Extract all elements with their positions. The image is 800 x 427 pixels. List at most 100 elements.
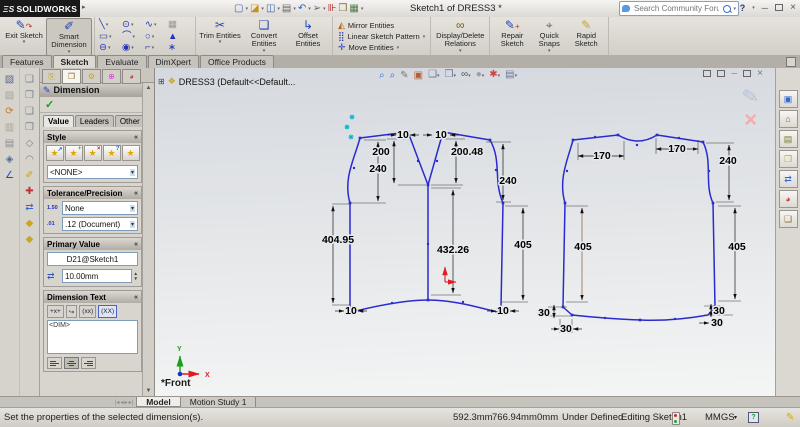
add-style-button[interactable]: ★ +	[64, 145, 83, 161]
right-view-icon[interactable]: ❒	[25, 122, 34, 133]
dimension-lines[interactable]	[331, 133, 737, 331]
offset-entities-button[interactable]: ↳ Offset Entities	[286, 18, 330, 49]
sketch-canvas[interactable]: .o{fill:none;stroke:#2a2ad0;stroke-width…	[155, 68, 775, 396]
tab-evaluate[interactable]: Evaluate	[97, 55, 147, 68]
tag-icon[interactable]: ✎	[786, 412, 794, 423]
configuration-tab-icon[interactable]: ⚙	[82, 69, 101, 84]
precision-select[interactable]: .12 (Document) ▾	[62, 217, 138, 231]
tab-leaders[interactable]: Leaders	[74, 115, 114, 127]
unit-system[interactable]: MMGS	[705, 412, 735, 423]
options-icon[interactable]: ▦	[349, 3, 358, 14]
relations-dropdown-icon[interactable]: ▾	[433, 48, 487, 54]
minimize-icon[interactable]: ─	[762, 3, 768, 13]
trim-dropdown-icon[interactable]: ▾	[198, 40, 242, 46]
point-circle-tool-icon[interactable]: ◉ ▾	[122, 43, 145, 53]
undo-dropdown-icon[interactable]: ▾	[308, 6, 311, 12]
model-tab[interactable]: Model	[136, 397, 181, 407]
dimxpert-tab-icon[interactable]: ⊕	[102, 69, 121, 84]
quick-snaps-dropdown-icon[interactable]: ▾	[532, 48, 566, 54]
appearance-tool-icon[interactable]: ◆	[26, 218, 34, 229]
swap-tool-icon[interactable]: ⇄	[25, 202, 33, 213]
rapid-sketch-button[interactable]: ✎ Rapid Sketch	[566, 18, 606, 49]
first-tab-icon[interactable]: |◂	[115, 399, 120, 406]
tab-scroll-buttons[interactable]: |◂ ◂ ▸ ▸|	[112, 397, 136, 407]
menu-expand-icon[interactable]: ▸	[82, 3, 86, 11]
file-explorer-icon[interactable]: ▤	[778, 130, 798, 148]
close-icon[interactable]: ×	[790, 2, 796, 13]
isometric-view-icon[interactable]: ◠	[25, 154, 34, 165]
smart-dimension-button[interactable]: ✐ Smart Dimension ▾	[46, 18, 92, 56]
lock-view-icon[interactable]: ◈	[6, 154, 14, 165]
collapse-chevron-icon[interactable]: «	[134, 241, 138, 248]
sketch-tool-icon[interactable]: ✐	[25, 170, 33, 181]
view-palette-icon[interactable]: ❒	[778, 150, 798, 168]
zoom-view-icon[interactable]: ▤	[5, 138, 14, 149]
fillet-tool-icon[interactable]: ⌐ ▾	[145, 43, 168, 53]
linear-pattern-dropdown-icon[interactable]: ▾	[423, 34, 426, 40]
viewport-tool-icon[interactable]: ▨	[5, 90, 14, 101]
quick-snaps-button[interactable]: ⌖ Quick Snaps ▾	[532, 18, 566, 54]
delete-style-button[interactable]: ★ ×	[83, 145, 102, 161]
dimension-tool-icon[interactable]: ✚	[25, 186, 33, 197]
tolerance-select[interactable]: None ▾	[62, 201, 138, 215]
slot-tool-icon[interactable]: ⊖ ▾	[99, 43, 122, 53]
collapse-chevron-icon[interactable]: «	[134, 294, 138, 301]
tab-other[interactable]: Other	[114, 115, 145, 127]
convert-dropdown-icon[interactable]: ▾	[242, 48, 286, 54]
select-icon[interactable]: ➢	[313, 3, 321, 14]
rectangle-tool-icon[interactable]: ▭ ▾	[99, 31, 122, 42]
value-spinner[interactable]: ▲ ▼	[134, 271, 138, 281]
next-tab-icon[interactable]: ▸	[125, 399, 128, 406]
dimension-name-field[interactable]: D21@Sketch1	[47, 252, 138, 266]
move-entities-dropdown-icon[interactable]: ▾	[397, 45, 400, 51]
trim-entities-button[interactable]: ✂ Trim Entities ▾	[198, 18, 242, 46]
tab-value[interactable]: Value	[43, 115, 74, 127]
panel-scrollbar[interactable]: ▲ ▼	[142, 83, 154, 396]
back-view-icon[interactable]: ❒	[25, 90, 34, 101]
value-swap-icon[interactable]: ⇄	[47, 271, 60, 282]
panel-toggle-icon[interactable]	[786, 57, 796, 67]
circle-tool-icon[interactable]: ⊙ ▾	[122, 20, 145, 30]
leader-text-button[interactable]: ↪	[65, 305, 78, 318]
property-manager-tab-icon[interactable]: ❒	[62, 69, 81, 84]
load-style-button[interactable]: ★	[121, 145, 140, 161]
tab-dimxpert[interactable]: DimXpert	[147, 55, 199, 68]
restore-icon[interactable]	[775, 4, 784, 11]
open-icon[interactable]: ◪	[250, 3, 259, 14]
sketch-relations-icon[interactable]: ∠	[5, 170, 14, 181]
dimension-value-field[interactable]: 10.00mm	[62, 269, 132, 283]
tab-features[interactable]: Features	[2, 55, 52, 68]
save-style-button[interactable]: ★?	[102, 145, 121, 161]
tab-sketch[interactable]: Sketch	[52, 55, 97, 68]
scroll-down-icon[interactable]: ▼	[146, 388, 152, 394]
options-dropdown-icon[interactable]: ▾	[361, 6, 364, 12]
align-center-button[interactable]	[64, 357, 79, 369]
align-right-button[interactable]	[81, 357, 96, 369]
scroll-up-icon[interactable]: ▲	[146, 85, 152, 91]
select-dropdown-icon[interactable]: ▾	[323, 6, 326, 12]
front-bodice-sketch[interactable]	[346, 131, 504, 313]
repair-sketch-button[interactable]: ✎+ Repair Sketch	[492, 18, 532, 49]
ok-check-icon[interactable]: ✓	[45, 98, 54, 111]
rebuild-icon[interactable]: ⊪	[328, 3, 337, 14]
design-library-icon[interactable]: ⌂	[778, 110, 798, 128]
prev-tab-icon[interactable]: ◂	[121, 399, 124, 406]
front-view-icon[interactable]: ❑	[25, 74, 34, 85]
linear-pattern-button[interactable]: ⣿ Linear Sketch Pattern ▾	[338, 31, 425, 42]
apply-default-style-button[interactable]: ★ ↗	[45, 145, 64, 161]
smart-dimension-dropdown-icon[interactable]: ▾	[47, 49, 91, 55]
move-entities-button[interactable]: ✛ Move Entities ▾	[338, 42, 425, 53]
point-tool-icon[interactable]: ∗	[168, 43, 191, 53]
exit-sketch-button[interactable]: ✎↷ Exit Sketch ▾	[2, 18, 46, 46]
line-tool-icon[interactable]: ╲ ▾	[99, 20, 122, 30]
file-properties-icon[interactable]: ❒	[338, 3, 347, 14]
precision-arrow-icon[interactable]: ▾	[129, 220, 135, 228]
graphics-viewport[interactable]: ⌕ ⌕ ✎ ▣ ❑▾ ❒▾ ∞▾ ●▾ ✱▾ ▤▾ ─ × ⊞ ❖ DRESS3…	[155, 68, 775, 396]
motion-study-tab[interactable]: Motion Study 1	[180, 397, 257, 407]
search-icon[interactable]	[723, 4, 732, 13]
dimension-text-area[interactable]: <DIM>	[47, 320, 138, 354]
tab-office-products[interactable]: Office Products	[199, 55, 274, 68]
save-icon[interactable]: ◫	[266, 3, 275, 14]
new-dropdown-icon[interactable]: ▾	[245, 6, 248, 12]
search-box[interactable]: ▾	[619, 1, 739, 16]
